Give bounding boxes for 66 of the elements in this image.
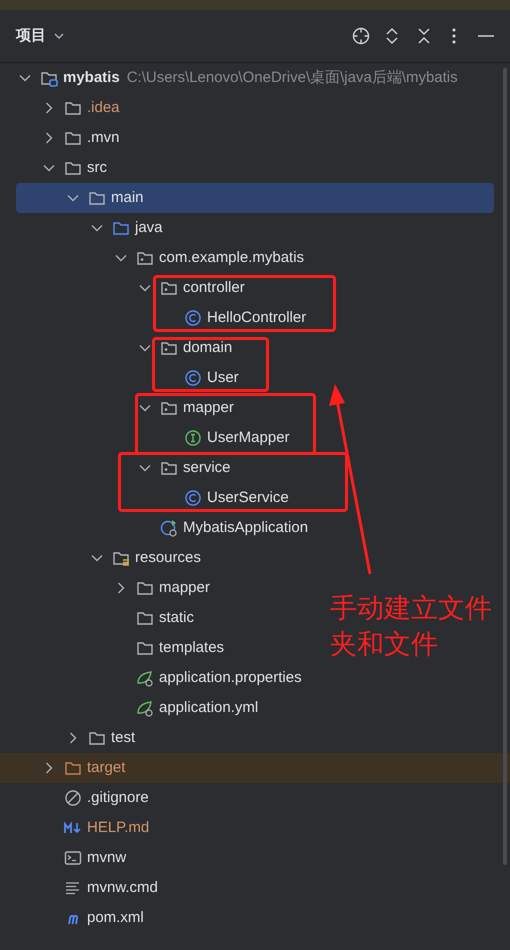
chevron-right-icon[interactable] bbox=[45, 762, 53, 774]
terminal-icon bbox=[64, 849, 82, 867]
chevron-down-icon[interactable] bbox=[91, 224, 103, 232]
tree-item-label[interactable]: mapper bbox=[159, 576, 210, 600]
locate-icon[interactable] bbox=[352, 27, 370, 45]
tree-item-label[interactable]: mvnw.cmd bbox=[87, 876, 158, 900]
chevron-down-icon[interactable] bbox=[139, 344, 151, 352]
chevron-down-icon[interactable] bbox=[91, 554, 103, 562]
module-path: C:\Users\Lenovo\OneDrive\桌面\java后端\mybatis bbox=[126, 68, 458, 88]
tree-item-label[interactable]: static bbox=[159, 606, 194, 630]
tree-item-label[interactable]: HELP.md bbox=[87, 816, 150, 840]
tree-item-label[interactable]: target bbox=[87, 756, 126, 780]
tree-item-label[interactable]: .idea bbox=[87, 96, 120, 120]
tree-item-label[interactable]: src bbox=[87, 156, 107, 180]
chevron-down-icon[interactable] bbox=[43, 164, 55, 172]
chevron-down-icon[interactable] bbox=[19, 74, 31, 82]
interface-icon bbox=[184, 429, 202, 447]
tree-item-label[interactable]: templates bbox=[159, 636, 224, 660]
annotation-note: 手动建立文件 bbox=[330, 592, 492, 625]
tree-item-label[interactable]: controller bbox=[183, 276, 245, 300]
no-entry-icon bbox=[64, 789, 82, 807]
chevron-down-icon[interactable] bbox=[54, 33, 64, 39]
chevron-down-icon[interactable] bbox=[139, 404, 151, 412]
tree-item-label[interactable]: domain bbox=[183, 336, 232, 360]
chevron-right-icon[interactable] bbox=[45, 102, 53, 114]
chevron-right-icon[interactable] bbox=[117, 582, 125, 594]
tree-item-label[interactable]: service bbox=[183, 456, 231, 480]
chevron-down-icon[interactable] bbox=[67, 194, 79, 202]
more-icon[interactable] bbox=[452, 28, 456, 44]
tree-item-label[interactable]: application.properties bbox=[159, 666, 302, 690]
tree-item-label[interactable]: User bbox=[207, 366, 239, 390]
tree-item-label[interactable]: mapper bbox=[183, 396, 234, 420]
tree-item-label[interactable]: resources bbox=[135, 546, 201, 570]
class-icon bbox=[184, 369, 202, 387]
tree-item-label[interactable]: main bbox=[111, 186, 144, 210]
tree-item-label[interactable]: .gitignore bbox=[87, 786, 149, 810]
scrollbar[interactable] bbox=[503, 68, 507, 865]
chevron-right-icon[interactable] bbox=[45, 132, 53, 144]
panel-title[interactable]: 项目 bbox=[16, 24, 46, 48]
class-icon bbox=[184, 309, 202, 327]
chevron-right-icon[interactable] bbox=[69, 732, 77, 744]
chevron-down-icon[interactable] bbox=[139, 284, 151, 292]
tree-item-label[interactable]: mvnw bbox=[87, 846, 126, 870]
tree-item-label[interactable]: UserService bbox=[207, 486, 289, 510]
tree-item-label[interactable]: mybatis bbox=[63, 66, 120, 90]
tree-item-label[interactable]: pom.xml bbox=[87, 906, 144, 930]
spring-class-icon bbox=[160, 519, 178, 537]
class-icon bbox=[184, 489, 202, 507]
tree-item-label[interactable]: test bbox=[111, 726, 136, 750]
tree-item-label[interactable]: UserMapper bbox=[207, 426, 290, 450]
tree-item-label[interactable]: java bbox=[135, 216, 163, 240]
tree-item-label[interactable]: .mvn bbox=[87, 126, 120, 150]
chevron-down-icon[interactable] bbox=[139, 464, 151, 472]
chevron-down-icon[interactable] bbox=[115, 254, 127, 262]
expand-all-icon[interactable] bbox=[386, 28, 398, 44]
spring-leaf-icon bbox=[136, 699, 154, 717]
tree-item-label[interactable]: HelloController bbox=[207, 306, 306, 330]
tree-item-label[interactable]: MybatisApplication bbox=[183, 516, 308, 540]
minimize-icon[interactable] bbox=[478, 35, 494, 37]
annotation-note: 夹和文件 bbox=[330, 628, 439, 661]
tree-item-label[interactable]: application.yml bbox=[159, 696, 258, 720]
excluded-row[interactable]: target bbox=[0, 753, 510, 783]
collapse-all-icon[interactable] bbox=[418, 28, 430, 44]
tree-row[interactable]: main bbox=[16, 183, 494, 213]
spring-leaf-icon bbox=[136, 669, 154, 687]
tree-item-label[interactable]: com.example.mybatis bbox=[159, 246, 304, 270]
